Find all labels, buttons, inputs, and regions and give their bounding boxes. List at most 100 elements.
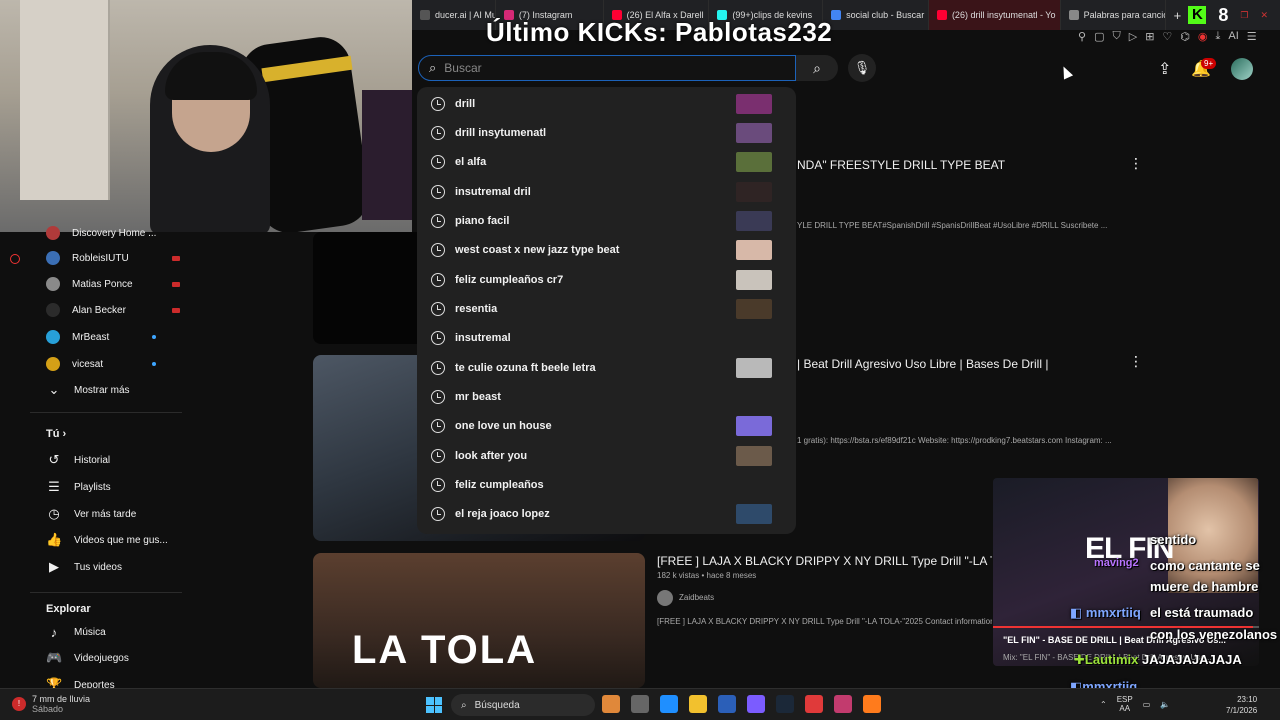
taskbar-clock[interactable]: 23:10 7/1/2026	[1226, 694, 1257, 716]
sidebar-subscription[interactable]: vicesat	[30, 351, 180, 377]
suggestion-text: feliz cumpleaños cr7	[455, 273, 564, 286]
suggestion-item[interactable]: one love un house	[417, 411, 796, 440]
suggestion-item[interactable]: te culie ozuna ft beele letra	[417, 353, 796, 382]
more-options-icon[interactable]: ⋮	[1129, 155, 1143, 172]
shield-icon[interactable]: ⛉	[1112, 30, 1120, 43]
sidebar-item-music[interactable]: ♪ Música	[30, 619, 180, 645]
history-icon	[431, 184, 445, 199]
show-more-button[interactable]: ⌄ Mostrar más	[30, 377, 180, 403]
sidebar-subscription[interactable]: MrBeast	[30, 324, 180, 350]
suggestion-item[interactable]: feliz cumpleaños cr7	[417, 265, 796, 294]
weather-widget[interactable]: ! 7 mm de lluvia Sábado	[12, 694, 90, 714]
taskbar-app-icon[interactable]	[776, 695, 794, 713]
suggestion-item[interactable]: mr beast	[417, 382, 796, 411]
thumbnail-text: LA TOLA	[352, 628, 538, 672]
notifications-badge: 9+	[1201, 58, 1217, 69]
play-icon[interactable]: ▷	[1129, 30, 1137, 43]
suggestion-item[interactable]: el alfa	[417, 147, 796, 176]
browser-tab-active[interactable]: (26) drill insytumenatl - Yo	[928, 0, 1061, 30]
restore-window-icon[interactable]: ❐	[1240, 10, 1248, 21]
video-title[interactable]: | Beat Drill Agresivo Uso Libre | Bases …	[797, 357, 1048, 371]
search-box[interactable]: ⌕ Buscar	[418, 55, 796, 81]
bookmark-icon[interactable]: ⊞	[1145, 30, 1154, 43]
you-section-header[interactable]: Tú ›	[46, 428, 66, 440]
upload-icon[interactable]: ⇪	[1158, 59, 1171, 79]
screenshot-icon[interactable]: ▢	[1094, 30, 1104, 43]
taskbar-app-icon[interactable]	[834, 695, 852, 713]
suggestion-item[interactable]: drill insytumenatl	[417, 118, 796, 147]
suggestion-item[interactable]: insutremal dril	[417, 177, 796, 206]
suggestion-item[interactable]: resentia	[417, 294, 796, 323]
suggestion-item[interactable]: el reja joaco lopez	[417, 499, 796, 528]
taskbar-app-icon[interactable]	[602, 695, 620, 713]
suggestion-item[interactable]: look after you	[417, 441, 796, 470]
taskbar-app-icon[interactable]	[863, 695, 881, 713]
show-more-label: Mostrar más	[74, 384, 130, 396]
sidebar-item-gaming[interactable]: 🎮 Videojuegos	[30, 645, 180, 671]
sidebar-subscription[interactable]: Discovery Home ...	[30, 220, 180, 246]
sidebar-item-liked-videos[interactable]: 👍 Videos que me gus...	[30, 527, 180, 553]
suggestion-item[interactable]: insutremal	[417, 323, 796, 352]
ai-extension-icon[interactable]: AI	[1228, 30, 1238, 43]
sidebar-subscription[interactable]: RobleisIUTU	[30, 245, 180, 271]
language-indicator[interactable]: ESP AA	[1117, 695, 1133, 713]
voice-search-button[interactable]: 🎙	[848, 54, 876, 82]
sidebar-subscription[interactable]: Matias Ponce	[30, 271, 180, 297]
taskbar-app-icon[interactable]	[660, 695, 678, 713]
webcam-door	[20, 0, 110, 200]
pin-icon[interactable]: ⚲	[1078, 30, 1086, 43]
browser-tab[interactable]: Palabras para canció	[1061, 0, 1167, 30]
chat-message: como cantante se	[1150, 558, 1260, 573]
suggestion-thumbnail	[736, 181, 772, 202]
monitor-icon[interactable]: ▭	[1143, 700, 1151, 709]
suggestion-item[interactable]: drill	[417, 89, 796, 118]
channel-avatar	[657, 590, 673, 606]
suggestion-thumbnail	[736, 239, 772, 260]
channel-avatar	[46, 277, 60, 291]
taskbar-app-icon[interactable]	[718, 695, 736, 713]
video-title[interactable]: NDA" FREESTYLE DRILL TYPE BEAT	[797, 158, 1005, 172]
chevron-up-icon[interactable]: ⌃	[1100, 700, 1107, 709]
tab-label: (26) drill insytumenatl - Yo	[951, 10, 1056, 20]
video-channel[interactable]: Zaidbeats	[657, 590, 714, 606]
record-icon[interactable]: ◉	[1198, 30, 1208, 43]
chevron-down-icon: ⌄	[48, 382, 60, 397]
taskbar-app-icon[interactable]	[689, 695, 707, 713]
account-avatar[interactable]	[1231, 58, 1254, 80]
webcam-background-lights	[362, 90, 412, 220]
start-button[interactable]	[426, 697, 442, 713]
new-tab-button[interactable]: +	[1166, 8, 1188, 23]
taskbar-app-icon[interactable]	[631, 695, 649, 713]
suggestion-item[interactable]: west coast x new jazz type beat	[417, 235, 796, 264]
search-input[interactable]: Buscar	[444, 61, 481, 75]
taskbar-search[interactable]: ⌕ Búsqueda	[451, 694, 595, 716]
sidebar-item-playlists[interactable]: ☰ Playlists	[30, 474, 180, 500]
menu-icon[interactable]: ☰	[1247, 30, 1257, 43]
close-window-icon[interactable]: ✕	[1260, 10, 1268, 21]
video-title[interactable]: [FREE ] LAJA X BLACKY DRIPPY X NY DRILL …	[657, 554, 992, 568]
search-button[interactable]: ⌕	[796, 55, 838, 81]
taskbar-app-icon[interactable]	[805, 695, 823, 713]
speaker-icon[interactable]: 🔈	[1160, 700, 1170, 709]
puzzle-icon[interactable]: ⌬	[1180, 30, 1190, 43]
suggestion-thumbnail	[736, 151, 772, 172]
browser-tab[interactable]: social club - Buscar	[823, 0, 929, 30]
channel-name: Alan Becker	[72, 304, 126, 316]
chat-text: con los venezolanos	[1150, 627, 1278, 642]
chat-username: Lautimix	[1084, 652, 1139, 667]
heart-icon[interactable]: ♡	[1162, 30, 1172, 43]
sidebar-subscription[interactable]: Alan Becker	[30, 297, 180, 323]
browser-tab[interactable]: ducer.ai | AI Musi	[412, 0, 496, 30]
sidebar-divider	[30, 592, 182, 593]
suggestion-item[interactable]: feliz cumpleaños	[417, 470, 796, 499]
more-options-icon[interactable]: ⋮	[1129, 353, 1143, 370]
taskbar-app-icon[interactable]	[747, 695, 765, 713]
language-code: ESP	[1116, 695, 1133, 704]
suggestion-item[interactable]: piano facil	[417, 206, 796, 235]
sidebar-item-watch-later[interactable]: ◷ Ver más tarde	[30, 501, 180, 527]
chat-message: ✚Lautimix JAJAJAJAJAJA	[1074, 652, 1242, 668]
sidebar-item-your-videos[interactable]: ▶ Tus videos	[30, 554, 180, 580]
search-icon: ⌕	[429, 60, 437, 75]
download-icon[interactable]: ⤓	[1216, 30, 1221, 43]
sidebar-item-history[interactable]: ↺ Historial	[30, 447, 180, 473]
